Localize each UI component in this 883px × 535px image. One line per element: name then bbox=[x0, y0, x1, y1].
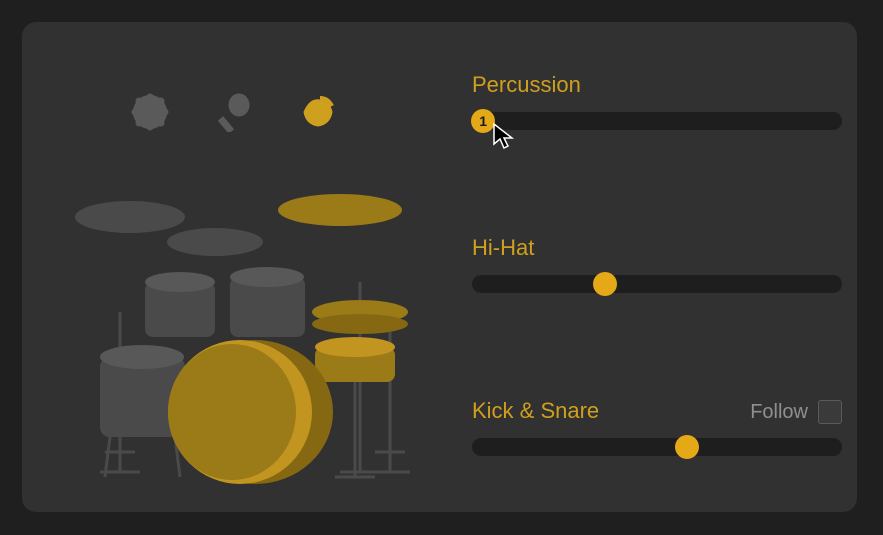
maraca-icon[interactable] bbox=[214, 92, 254, 132]
kick-snare-slider[interactable] bbox=[472, 438, 842, 456]
hihat-slider[interactable] bbox=[472, 275, 842, 293]
slider-controls: Percussion 1 Hi-Hat Kick & Snare Follow bbox=[472, 72, 842, 456]
tambourine-icon[interactable] bbox=[130, 92, 170, 132]
follow-checkbox[interactable] bbox=[818, 400, 842, 424]
hihat-label: Hi-Hat bbox=[472, 235, 842, 261]
kick-snare-slider-thumb[interactable] bbox=[675, 435, 699, 459]
claps-icon[interactable] bbox=[298, 92, 338, 132]
drummer-panel: Percussion 1 Hi-Hat Kick & Snare Follow bbox=[22, 22, 857, 512]
kick-snare-control: Kick & Snare Follow bbox=[472, 398, 842, 456]
percussion-control: Percussion 1 bbox=[472, 72, 842, 130]
percussion-slider[interactable]: 1 bbox=[472, 112, 842, 130]
percussion-label: Percussion bbox=[472, 72, 842, 98]
drum-kit-illustration[interactable] bbox=[60, 172, 440, 492]
percussion-slider-thumb[interactable]: 1 bbox=[471, 109, 495, 133]
percussion-icon-row bbox=[130, 92, 338, 132]
follow-control: Follow bbox=[750, 400, 842, 424]
percussion-slider-value: 1 bbox=[479, 113, 487, 129]
follow-label: Follow bbox=[750, 401, 808, 424]
hihat-slider-thumb[interactable] bbox=[593, 272, 617, 296]
hihat-control: Hi-Hat bbox=[472, 235, 842, 293]
